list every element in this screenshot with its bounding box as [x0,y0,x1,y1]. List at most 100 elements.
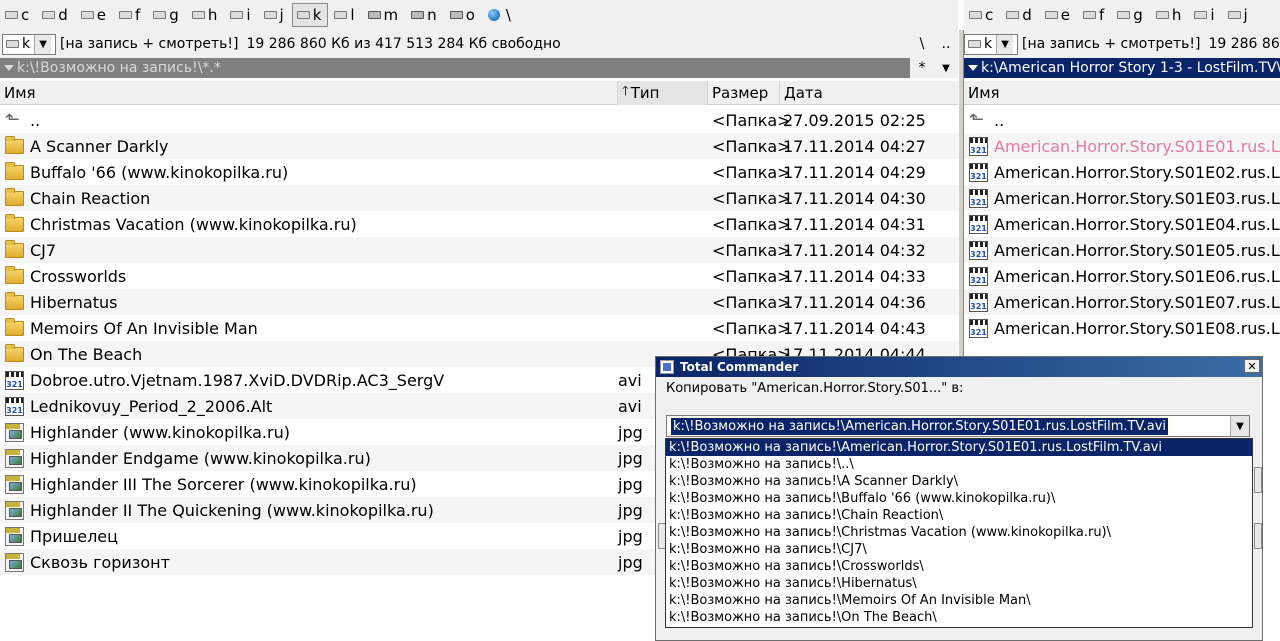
right-drive-5[interactable]: h [1151,3,1189,27]
left-drive-10[interactable]: m [363,3,406,27]
dropdown-option[interactable]: k:\!Возможно на запись!\..\ [666,456,1252,473]
target-path-combo[interactable]: k:\!Возможно на запись!\American.Horror.… [666,415,1250,437]
chevron-down-icon: ▼ [996,34,1014,54]
chevron-down-icon[interactable]: ▼ [1230,416,1249,436]
dropdown-option[interactable]: k:\!Возможно на запись!\Christmas Vacati… [666,524,1252,541]
dialog-titlebar[interactable]: Total Commander ✕ [656,357,1262,377]
right-drive-7[interactable]: j [1223,3,1255,27]
right-drive-2[interactable]: e [1040,3,1077,27]
dropdown-option[interactable]: k:\!Возможно на запись!\Chain Reaction\ [666,507,1252,524]
table-row[interactable]: 321 American.Horror.Story.S01E03.rus.Lost [964,185,1280,211]
left-drive-2[interactable]: e [76,3,113,27]
dropdown-option[interactable]: k:\!Возможно на запись!\CJ7\ [666,541,1252,558]
file-date: 17.11.2014 04:27 [783,136,926,156]
video-shape: 321 [5,371,24,390]
image-shape [5,423,24,442]
dropdown-option[interactable]: k:\!Возможно на запись!\A Scanner Darkly… [666,473,1252,490]
column-size-label: Размер [712,84,769,102]
file-size: <Папка> [712,136,791,156]
image-shape [5,449,24,468]
left-drive-11[interactable]: n [406,3,444,27]
left-drive-1[interactable]: d [37,3,75,27]
table-row[interactable]: 321 American.Horror.Story.S01E05.rus.Lost [964,237,1280,263]
history-button[interactable]: ▼ [934,58,958,78]
table-row[interactable]: 321 American.Horror.Story.S01E01.rus.Lost [964,133,1280,159]
table-row[interactable]: ⬑.. <Папка> 27.09.2015 02:25 [0,107,958,133]
right-drive-label: h [1171,6,1182,24]
column-date[interactable]: Дата [780,81,958,105]
dropdown-option[interactable]: k:\!Возможно на запись!\On The Beach\ [666,609,1252,626]
left-drive-0[interactable]: c [0,3,36,27]
file-date: 17.11.2014 04:30 [783,188,926,208]
table-row[interactable]: CJ7 <Папка> 17.11.2014 04:32 [0,237,958,263]
left-drive-6[interactable]: i [225,3,257,27]
right-drive-4[interactable]: g [1112,3,1150,27]
parent-dir-button[interactable]: .. [934,34,958,54]
file-name: Сквозь горизонт [30,552,170,572]
right-drive-select[interactable]: k ▼ [964,33,1018,55]
table-row[interactable]: 321 American.Horror.Story.S01E07.rus.Lost [964,289,1280,315]
left-drive-select[interactable]: k ▼ [2,33,56,55]
right-drive-1[interactable]: d [1001,3,1039,27]
right-column-name[interactable]: Имя [964,81,1280,105]
table-row[interactable]: ⬑.. [964,107,1280,133]
file-name: American.Horror.Story.S01E05.rus.Lost [994,240,1280,260]
file-date: 17.11.2014 04:31 [783,214,926,234]
left-drive-12[interactable]: o [445,3,482,27]
left-drive-label: h [207,6,218,24]
table-row[interactable]: Chain Reaction <Папка> 17.11.2014 04:30 [0,185,958,211]
left-drive-9[interactable]: l [329,3,361,27]
dropdown-option[interactable]: k:\!Возможно на запись!\Memoirs Of An In… [666,592,1252,609]
left-drive-7[interactable]: j [259,3,291,27]
table-row[interactable]: Christmas Vacation (www.kinokopilka.ru) <… [0,211,958,237]
left-drive-4[interactable]: g [148,3,186,27]
dialog-title: Total Commander [680,360,799,374]
table-row[interactable]: 321 American.Horror.Story.S01E02.rus.Lost [964,159,1280,185]
right-drive-0[interactable]: c [964,3,1000,27]
dropdown-option[interactable]: k:\!Возможно на запись!\Crossworlds\ [666,558,1252,575]
right-drive-6[interactable]: i [1189,3,1221,27]
close-button[interactable]: ✕ [1244,359,1260,373]
table-row[interactable]: A Scanner Darkly <Папка> 17.11.2014 04:27 [0,133,958,159]
video-file-icon: 321 [969,189,988,208]
image-file-icon [5,449,24,468]
table-row[interactable]: 321 American.Horror.Story.S01E04.rus.Lost [964,211,1280,237]
target-path-value: k:\!Возможно на запись!\American.Horror.… [669,416,1170,436]
right-drive-3[interactable]: f [1078,3,1111,27]
dropdown-option[interactable]: k:\!Возможно на запись!\Hibernatus\ [666,575,1252,592]
dialog-button-right[interactable] [1254,467,1262,493]
left-drive-8[interactable]: k [291,3,329,27]
image-file-icon [5,527,24,546]
dropdown-option[interactable]: k:\!Возможно на запись!\Buffalo '66 (www… [666,490,1252,507]
table-row[interactable]: Hibernatus <Папка> 17.11.2014 04:36 [0,289,958,315]
file-size: <Папка> [712,266,791,286]
file-date: 17.11.2014 04:32 [783,240,926,260]
column-name[interactable]: Имя [0,81,618,105]
file-type: avi [618,396,642,416]
file-name: American.Horror.Story.S01E06.rus.Lost [994,266,1280,286]
folder-shape [5,318,24,336]
left-drive-label: \ [505,6,511,24]
table-row[interactable]: Buffalo '66 (www.kinokopilka.ru) <Папка> 1… [0,159,958,185]
dropdown-option[interactable]: k:\!Возможно на запись!\American.Horror.… [666,439,1252,456]
root-button[interactable]: \ [910,34,934,54]
left-path-bar[interactable]: k:\!Возможно на запись!\*.* [0,58,910,78]
table-row[interactable]: Memoirs Of An Invisible Man <Папка> 17.11.… [0,315,958,341]
left-drive-13[interactable]: \ [483,3,518,27]
target-path-dropdown: k:\!Возможно на запись!\American.Horror.… [665,438,1253,628]
image-shape [5,475,24,494]
dialog-button-right-2[interactable] [1254,523,1262,549]
right-path-bar[interactable]: k:\American Horror Story 1-3 - LostFilm.… [964,58,1280,78]
table-row[interactable]: 321 American.Horror.Story.S01E06.rus.Lost [964,263,1280,289]
column-type[interactable]: 🡑 Тип [618,81,708,105]
left-drive-3[interactable]: f [114,3,147,27]
left-drive-5[interactable]: h [187,3,225,27]
table-row[interactable]: Crossworlds <Папка> 17.11.2014 04:33 [0,263,958,289]
video-file-icon: 321 [969,241,988,260]
image-file-icon [5,475,24,494]
filter-button[interactable]: * [910,58,934,78]
file-size: <Папка> [712,162,791,182]
table-row[interactable]: 321 American.Horror.Story.S01E08.rus.Lost [964,315,1280,341]
video-file-icon: 321 [5,397,24,416]
column-size[interactable]: Размер [708,81,780,105]
